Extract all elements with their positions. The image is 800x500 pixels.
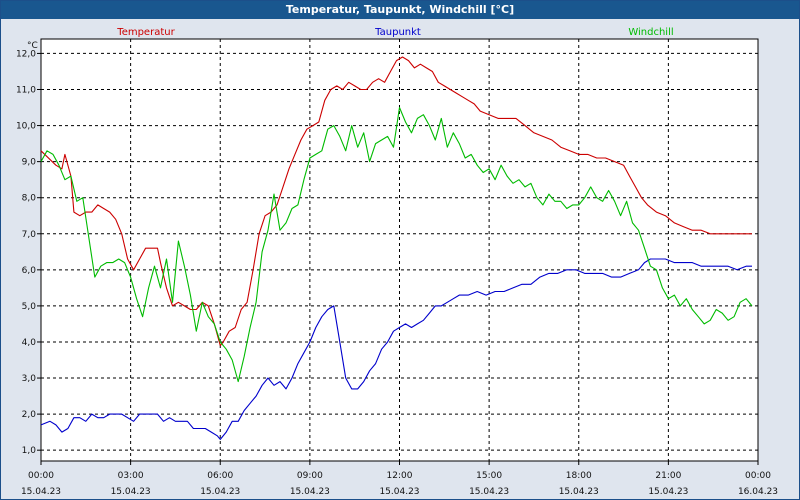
x-tick-date-label: 16.04.23 [738, 487, 778, 497]
legend-item-temperatur: Temperatur [116, 27, 175, 38]
chart-canvas: 1,02,03,04,05,06,07,08,09,010,011,012,00… [16, 27, 778, 497]
chart-window: Temperatur, Taupunkt, Windchill [°C] 1,0… [0, 0, 800, 500]
legend-item-taupunkt: Taupunkt [374, 27, 421, 38]
y-tick-label: 4,0 [22, 338, 37, 348]
x-tick-date-label: 15.04.23 [290, 487, 330, 497]
y-tick-label: 10,0 [16, 122, 36, 132]
x-tick-date-label: 15.04.23 [21, 487, 61, 497]
y-tick-label: 5,0 [22, 302, 37, 312]
y-tick-label: 11,0 [16, 85, 36, 95]
y-tick-label: 9,0 [22, 158, 37, 168]
x-tick-date-label: 15.04.23 [111, 487, 151, 497]
y-tick-label: 2,0 [22, 410, 37, 420]
x-tick-time-label: 00:00 [745, 471, 771, 481]
x-tick-time-label: 09:00 [297, 471, 323, 481]
x-tick-time-label: 12:00 [387, 471, 413, 481]
x-tick-time-label: 21:00 [655, 471, 681, 481]
y-tick-label: 3,0 [22, 374, 37, 384]
x-tick-time-label: 03:00 [118, 471, 144, 481]
x-tick-date-label: 15.04.23 [648, 487, 688, 497]
x-tick-time-label: 00:00 [28, 471, 54, 481]
x-tick-date-label: 15.04.23 [469, 487, 509, 497]
legend: Temperatur Taupunkt Windchill [116, 27, 673, 38]
y-tick-label: 7,0 [22, 230, 37, 240]
x-tick-time-label: 15:00 [476, 471, 502, 481]
x-tick-date-label: 15.04.23 [559, 487, 599, 497]
y-tick-label: 8,0 [22, 194, 37, 204]
x-tick-time-label: 06:00 [207, 471, 233, 481]
y-tick-label: 1,0 [22, 446, 37, 456]
legend-item-windchill: Windchill [628, 27, 673, 38]
y-tick-label: 6,0 [22, 266, 37, 276]
x-tick-time-label: 18:00 [566, 471, 592, 481]
x-tick-date-label: 15.04.23 [200, 487, 240, 497]
y-axis-unit-label: °C [27, 41, 38, 51]
x-tick-date-label: 15.04.23 [379, 487, 419, 497]
